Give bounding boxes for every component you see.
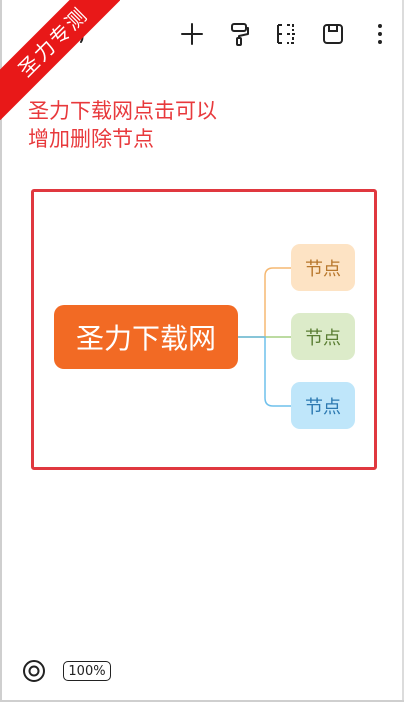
- root-node[interactable]: 圣力下载网: [54, 305, 238, 369]
- child-node[interactable]: 节点: [291, 313, 355, 360]
- locate-center-icon[interactable]: [22, 659, 46, 683]
- child-node[interactable]: 节点: [291, 244, 355, 291]
- zoom-level-indicator[interactable]: 100%: [63, 661, 111, 681]
- child-node[interactable]: 节点: [291, 382, 355, 429]
